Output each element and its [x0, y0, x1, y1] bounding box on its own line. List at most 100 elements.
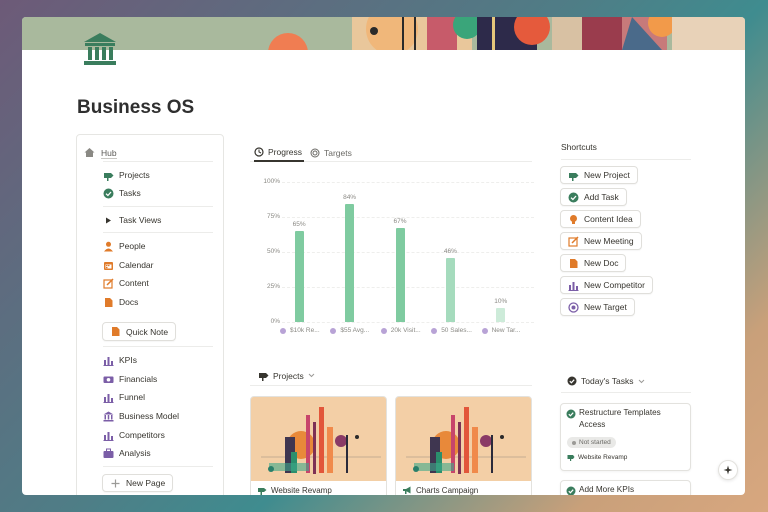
button-label: New Project: [584, 170, 630, 180]
chart-bar[interactable]: [496, 308, 506, 322]
bar-chart-icon: [103, 355, 114, 366]
project-label: Website Revamp: [578, 453, 628, 461]
todays-tasks-label: Today's Tasks: [581, 376, 634, 386]
data-label: 10%: [494, 298, 508, 305]
sidebar-item-label: Financials: [119, 374, 158, 384]
projects-view-heading[interactable]: Projects: [258, 370, 315, 381]
briefcase-icon: [103, 448, 114, 459]
sidebar-item-funnel[interactable]: Funnel: [103, 390, 145, 404]
x-tick-text: $10k Re...: [290, 327, 320, 334]
chart-bar[interactable]: [294, 231, 304, 322]
sidebar-item-label: KPIs: [119, 355, 137, 365]
page-cover[interactable]: [22, 17, 745, 50]
plus-icon: [110, 478, 121, 489]
grid-line: [282, 252, 534, 253]
signpost-icon: [257, 485, 267, 495]
button-label: New Competitor: [584, 280, 645, 290]
sidebar-item-financials[interactable]: Financials: [103, 372, 157, 386]
check-circle-icon: [568, 192, 579, 203]
check-circle-icon[interactable]: [566, 409, 576, 419]
sidebar-item-analysis[interactable]: Analysis: [103, 446, 151, 460]
person-icon: [103, 241, 114, 252]
target-icon: [568, 301, 579, 313]
project-card[interactable]: Website Revamp: [250, 396, 387, 495]
chart-bar[interactable]: [445, 257, 455, 322]
chart-bar[interactable]: [395, 228, 405, 322]
sidebar-item-label: Projects: [119, 170, 150, 180]
new-target-button[interactable]: New Target: [560, 298, 635, 316]
bank-icon[interactable]: [80, 29, 120, 69]
add-task-button[interactable]: Add Task: [560, 188, 627, 206]
new-page-button[interactable]: New Page: [102, 474, 174, 492]
signpost-icon: [258, 370, 269, 381]
y-tick-label: 0%: [270, 318, 280, 325]
sidebar-item-label: Funnel: [119, 392, 145, 402]
sidebar-item-business-model[interactable]: Business Model: [103, 409, 179, 423]
chart-bar[interactable]: [345, 204, 355, 322]
x-tick-text: 50 Sales...: [441, 327, 472, 334]
sidebar-item-people[interactable]: People: [103, 239, 145, 253]
page-title: Business OS: [77, 97, 195, 118]
todays-tasks-heading[interactable]: Today's Tasks: [567, 376, 645, 386]
hub-link[interactable]: Hub: [84, 146, 117, 160]
new-competitor-button[interactable]: New Competitor: [560, 276, 653, 294]
cover-image: [396, 397, 531, 481]
project-card[interactable]: Charts Campaign: [395, 396, 532, 495]
calendar-icon: [103, 260, 114, 271]
y-tick-label: 25%: [266, 283, 280, 290]
task-card[interactable]: Add More KPIs: [560, 480, 691, 495]
check-circle-icon[interactable]: [566, 486, 576, 495]
legend-dot-icon: [481, 327, 488, 334]
legend-dot-icon: [330, 327, 337, 334]
divider: [103, 206, 213, 207]
project-card-title: Charts Campaign: [402, 485, 478, 495]
y-tick-label: 75%: [266, 213, 280, 220]
x-tick-text: $55 Avg...: [340, 327, 370, 334]
megaphone-icon: [402, 485, 412, 495]
status-dot-icon: [572, 440, 576, 445]
bar-chart-icon: [103, 430, 114, 441]
content-idea-button[interactable]: Content Idea: [560, 210, 641, 228]
new-meeting-button[interactable]: New Meeting: [560, 232, 642, 250]
sidebar-item-projects[interactable]: Projects: [103, 168, 150, 182]
grid-line: [282, 182, 534, 183]
task-project-link[interactable]: Website Revamp: [567, 453, 627, 461]
sidebar-item-docs[interactable]: Docs: [103, 295, 138, 309]
divider: [103, 161, 213, 162]
new-project-button[interactable]: New Project: [560, 166, 638, 184]
tab-targets[interactable]: Targets: [310, 143, 352, 162]
task-card[interactable]: Restructure Templates Access Not started…: [560, 403, 691, 471]
task-title: Add More KPIs: [579, 485, 635, 494]
sidebar-item-competitors[interactable]: Competitors: [103, 428, 165, 442]
legend-dot-icon: [431, 327, 438, 334]
data-label: 67%: [393, 218, 407, 226]
document-icon: [568, 258, 579, 269]
sidebar-toggle-task-views[interactable]: Task Views: [103, 213, 161, 227]
clock-icon: [254, 146, 264, 157]
card-label: Website Revamp: [271, 485, 332, 495]
sidebar-item-tasks[interactable]: Tasks: [103, 186, 141, 200]
sidebar-item-label: Content: [119, 278, 149, 288]
sidebar-item-label: People: [119, 241, 146, 251]
sidebar-item-content[interactable]: Content: [103, 276, 149, 290]
bar-chart-icon: [568, 280, 579, 291]
projects-heading-label: Projects: [273, 370, 304, 381]
tab-progress[interactable]: Progress: [254, 143, 305, 162]
sidebar-item-calendar[interactable]: Calendar: [103, 258, 154, 272]
hub-label: Hub: [101, 147, 117, 159]
button-label: New Target: [584, 302, 627, 312]
sidebar-item-kpis[interactable]: KPIs: [103, 353, 137, 367]
sidebar-item-label: Competitors: [119, 430, 165, 440]
button-label: Content Idea: [584, 214, 633, 224]
ai-sparkle-button[interactable]: [718, 460, 738, 480]
progress-bar-chart: 100% 75% 50% 25% 0% 65% $10k Re... 84% $55 Avg..…: [250, 172, 540, 342]
x-tick-label: $55 Avg...: [330, 327, 369, 334]
new-doc-button[interactable]: New Doc: [560, 254, 627, 272]
y-tick-label: 100%: [263, 178, 280, 185]
bank-icon: [103, 411, 114, 422]
pencil-square-icon: [568, 235, 579, 247]
quick-note-button[interactable]: Quick Note: [102, 322, 177, 341]
project-card-title: Website Revamp: [257, 485, 332, 495]
pencil-square-icon: [103, 277, 114, 289]
triangle-right-icon: [103, 215, 114, 226]
